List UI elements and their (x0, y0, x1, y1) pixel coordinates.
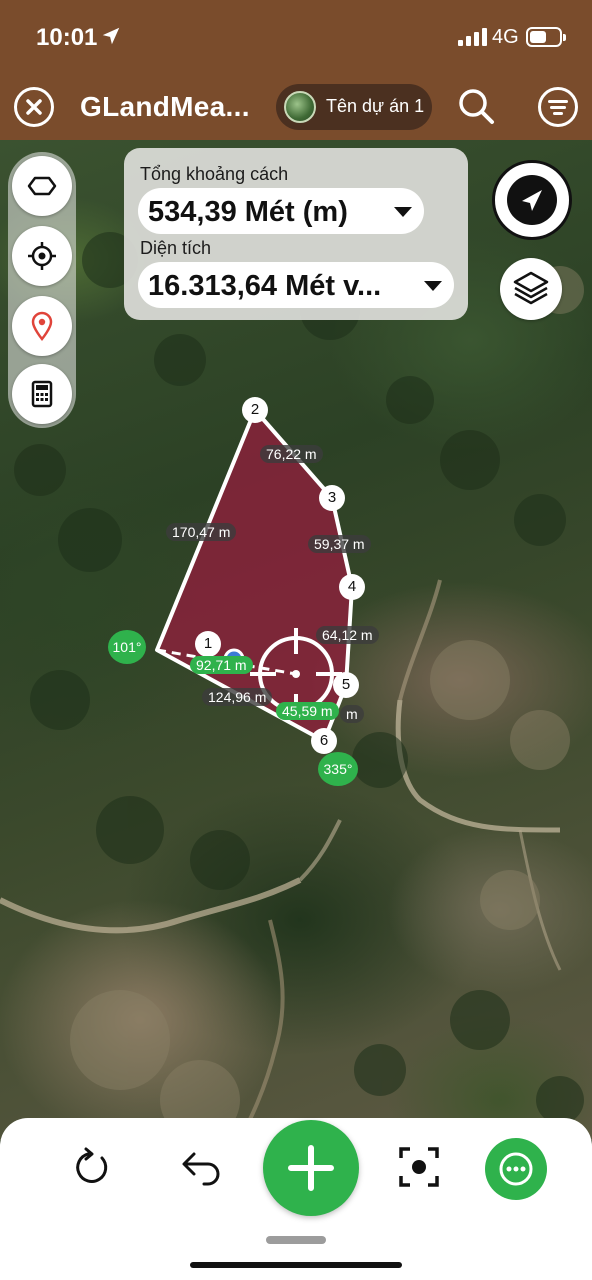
segment-label: 76,22 m (260, 445, 323, 463)
bearing-badge: 335° (318, 752, 358, 786)
status-time: 10:01 (36, 24, 98, 51)
vertex-6[interactable]: 6 (311, 728, 337, 754)
locate-icon (28, 242, 56, 270)
layers-button[interactable] (500, 258, 562, 320)
measurement-card: Tổng khoảng cách 534,39 Mét (m) Diện tíc… (124, 148, 468, 320)
segment-label: 64,12 m (316, 626, 379, 644)
area-label: Diện tích (140, 238, 212, 258)
rotate-icon[interactable] (70, 1146, 112, 1188)
battery-icon (526, 27, 566, 47)
polygon-tool-button[interactable] (12, 156, 72, 216)
distance-unit-dropdown[interactable]: 534,39 Mét (m) (138, 188, 424, 234)
distance-value: 534,39 Mét (m) (148, 196, 348, 228)
add-point-button[interactable] (263, 1120, 359, 1216)
app-bar: GLandMea... Tên dự án 1 (0, 78, 592, 138)
more-button[interactable] (485, 1138, 547, 1200)
vertex-3[interactable]: 3 (319, 485, 345, 511)
menu-icon-line (550, 106, 566, 109)
segment-label-live: 45,59 m (276, 702, 339, 720)
undo-icon[interactable] (180, 1146, 224, 1188)
close-button[interactable] (14, 87, 54, 127)
project-selector[interactable]: Tên dự án 1 (276, 84, 432, 130)
signal-icon (458, 28, 487, 46)
segment-label-live: 92,71 m (190, 656, 253, 674)
menu-icon (548, 100, 568, 103)
bearing-badge: 101° (108, 630, 146, 664)
add-icon (288, 1145, 334, 1191)
top-bar: 10:01 4G GLandMea... Tên dự án 1 (0, 0, 592, 140)
navigation-icon (522, 190, 542, 211)
calculator-icon (31, 380, 53, 408)
vertex-4[interactable]: 4 (339, 574, 365, 600)
menu-icon-line (553, 112, 563, 115)
locate-button[interactable] (12, 226, 72, 286)
search-icon[interactable] (456, 86, 496, 126)
sheet-handle[interactable] (266, 1236, 326, 1244)
segment-label: 59,37 m (308, 535, 371, 553)
segment-label: 124,96 m (202, 688, 273, 706)
pin-icon (31, 311, 53, 341)
distance-label: Tổng khoảng cách (140, 164, 289, 184)
network-type: 4G (492, 26, 519, 48)
pin-button[interactable] (12, 296, 72, 356)
vertex-2[interactable]: 2 (242, 397, 268, 423)
tool-rail (8, 152, 76, 428)
location-arrow-icon (102, 27, 120, 45)
chevron-down-icon (394, 207, 412, 217)
menu-button[interactable] (538, 87, 578, 127)
home-indicator (190, 1262, 402, 1268)
app-title: GLandMea... (80, 91, 250, 122)
close-icon (26, 99, 42, 115)
area-value: 16.313,64 Mét v... (148, 270, 382, 302)
vertex-1[interactable]: 1 (195, 631, 221, 657)
project-name: Tên dự án 1 (326, 96, 425, 116)
polygon-icon (27, 176, 57, 196)
navigation-button[interactable] (492, 160, 572, 240)
map-view[interactable]: 1 2 3 4 5 6 76,22 m 59,37 m 64,12 m 170,… (0, 140, 592, 1140)
chevron-down-icon (424, 281, 442, 291)
navigation-button-inner (507, 175, 557, 225)
segment-label: 170,47 m (166, 523, 237, 541)
more-icon (499, 1152, 533, 1186)
status-bar: 10:01 4G (0, 0, 592, 76)
project-thumbnail (284, 91, 316, 123)
segment-label: m (340, 705, 364, 723)
vertex-5[interactable]: 5 (333, 672, 359, 698)
layers-icon (513, 271, 549, 305)
capture-icon[interactable] (398, 1146, 440, 1188)
area-unit-dropdown[interactable]: 16.313,64 Mét v... (138, 262, 454, 308)
calculator-button[interactable] (12, 364, 72, 424)
